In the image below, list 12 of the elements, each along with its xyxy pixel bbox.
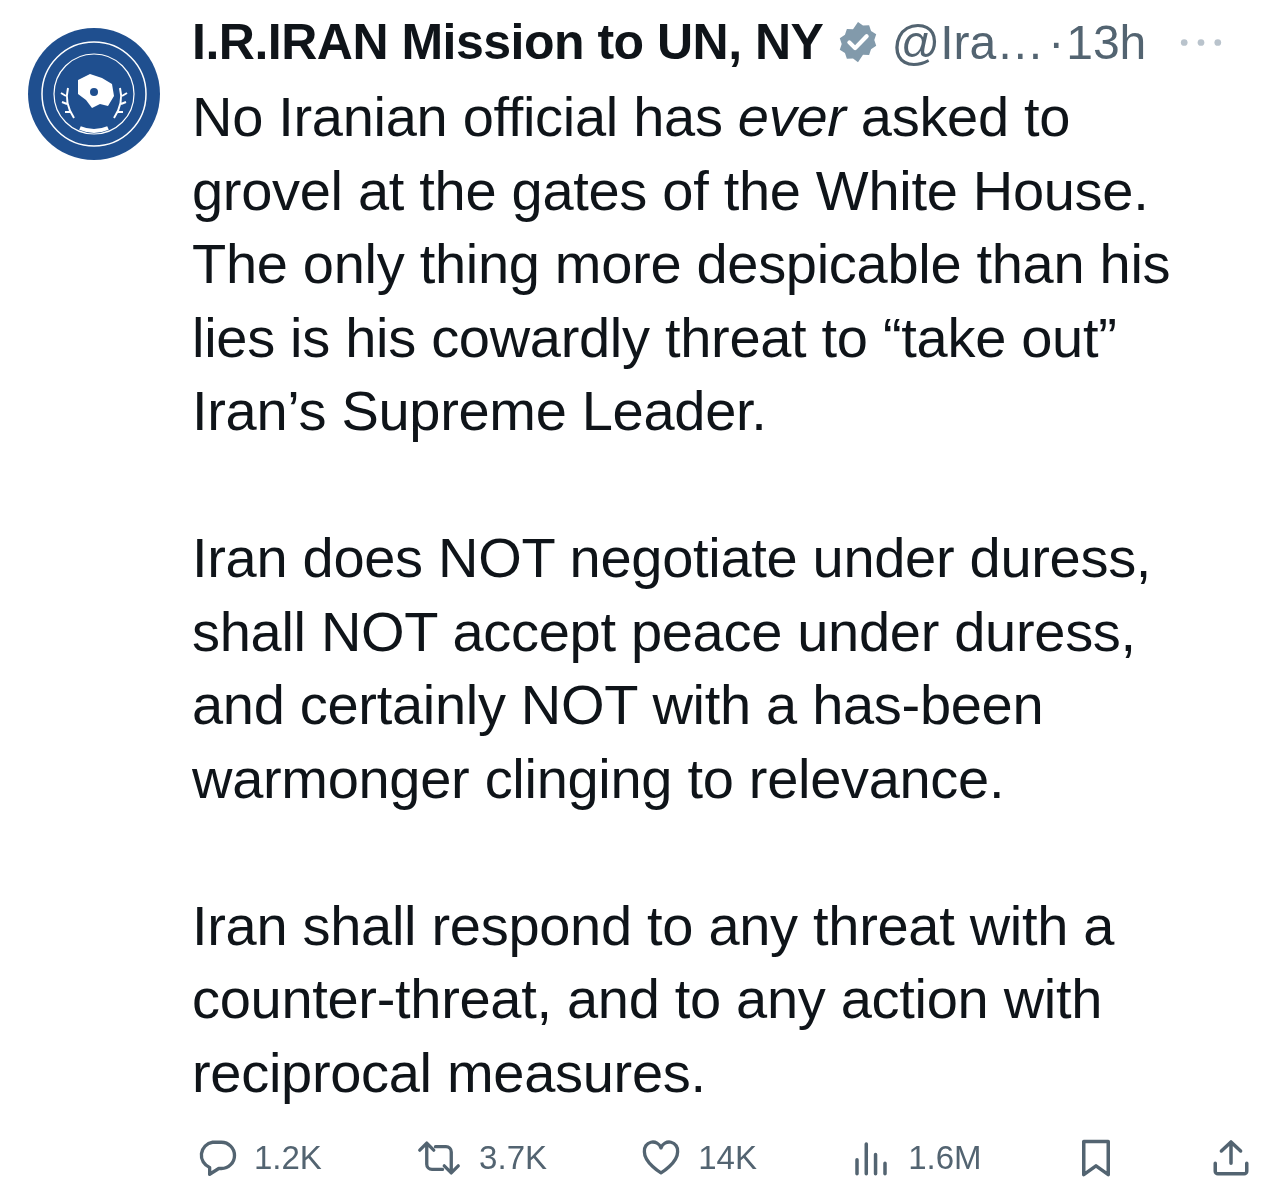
- like-button[interactable]: 14K: [640, 1137, 757, 1179]
- account-handle[interactable]: @Ira…: [891, 14, 1045, 70]
- post-paragraph: No Iranian official has ever asked to grovel at the gates of the White House. The only thing more despicable than his lies is his cowardly threat to “take out” Iran’s Supreme Leader.: [192, 84, 1172, 444]
- views-button[interactable]: 1.6M: [850, 1137, 982, 1179]
- post-paragraph: Iran shall respond to any threat with a counter-threat, and to any action with reciprocal measures.: [192, 892, 1116, 1106]
- emblem-avatar-icon[interactable]: [28, 28, 160, 160]
- separator-dot: ·: [1048, 14, 1065, 70]
- post-paragraph: Iran does NOT negotiate under duress, shall NOT accept peace under duress, and certainly NOT with a has-been warmonger clinging to relevance.: [192, 525, 1153, 812]
- account-name[interactable]: I.R.IRAN Mission to UN, NY: [192, 13, 824, 71]
- repost-button[interactable]: 3.7K: [415, 1137, 547, 1179]
- post-time[interactable]: 13h: [1066, 14, 1147, 70]
- reply-button[interactable]: 1.2K: [196, 1137, 322, 1179]
